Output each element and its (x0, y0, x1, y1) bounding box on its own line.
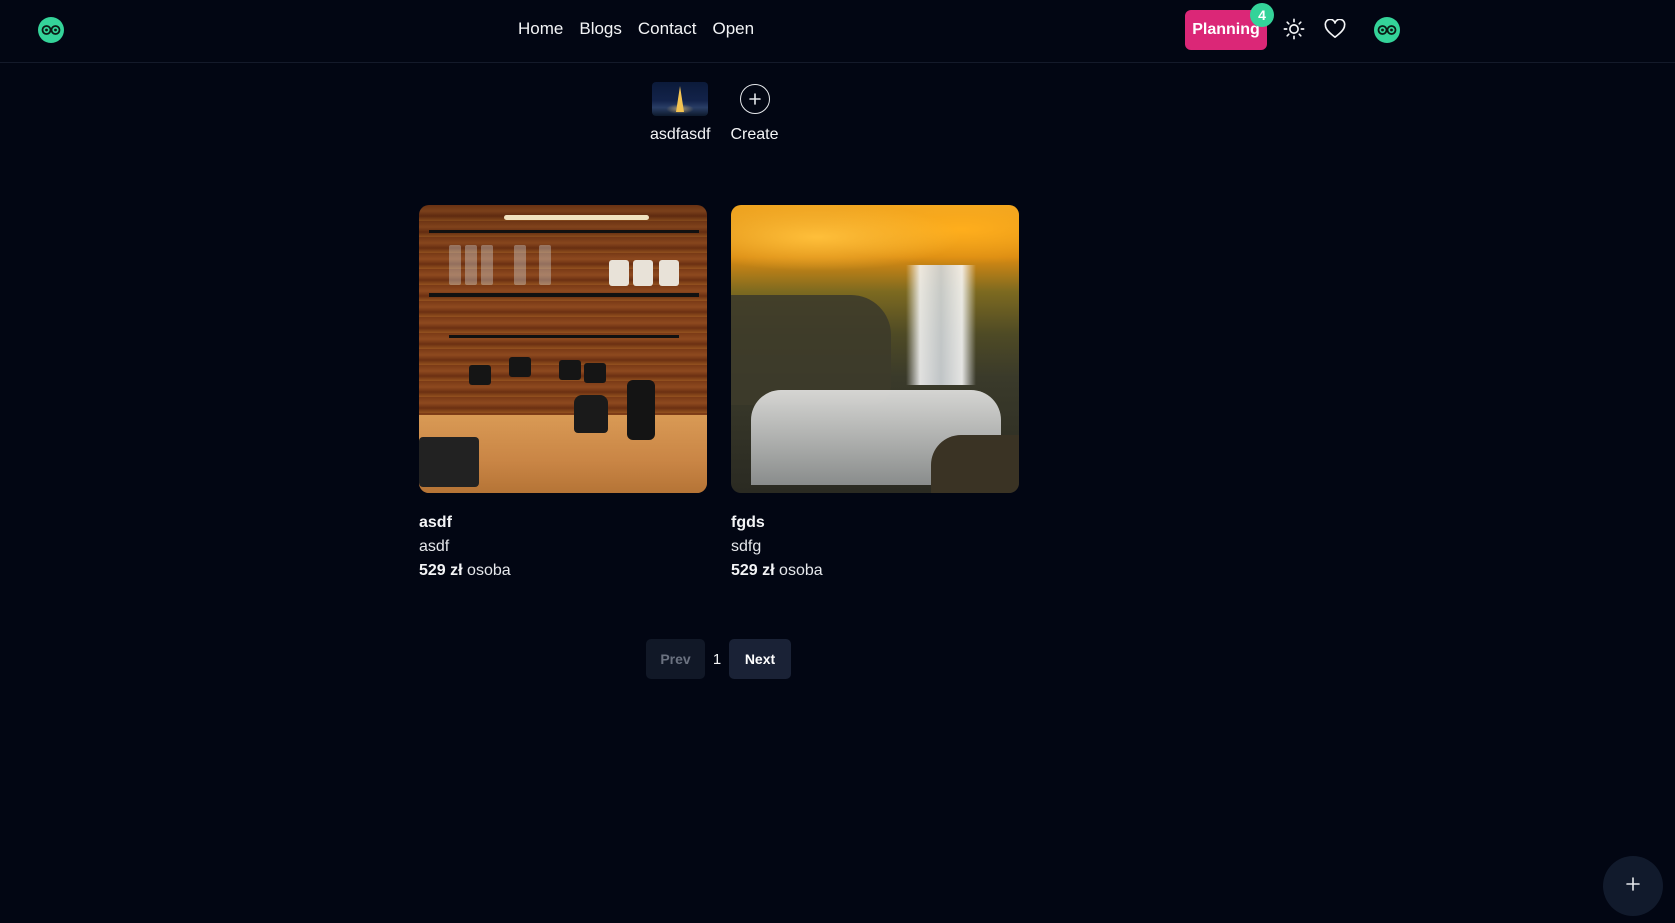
price-amount: 529 zł (419, 562, 463, 579)
prev-page-button[interactable]: Prev (646, 639, 705, 679)
nav-link-open[interactable]: Open (712, 19, 754, 39)
card-price: 529 zł osoba (731, 562, 1019, 580)
pagination: Prev 1 Next (646, 639, 791, 679)
plus-icon (1626, 876, 1640, 896)
nav-link-blogs[interactable]: Blogs (579, 19, 622, 39)
eiffel-tower-thumbnail (652, 82, 709, 116)
price-unit: osoba (467, 562, 511, 579)
owl-avatar-icon[interactable] (1374, 17, 1400, 43)
top-navbar: Home Blogs Contact Open Planning 4 (0, 0, 1675, 63)
kitchen-coffee-bar-image (419, 205, 707, 493)
offer-card[interactable]: asdf asdf 529 zł osoba (419, 205, 707, 580)
create-label: Create (730, 126, 779, 143)
heart-icon[interactable] (1324, 18, 1346, 44)
card-description: sdfg (731, 538, 762, 555)
card-title: asdf (419, 514, 452, 531)
plus-circle-icon[interactable] (739, 84, 770, 114)
current-page-number: 1 (712, 650, 722, 668)
sun-icon[interactable] (1283, 18, 1305, 45)
story-label: asdfasdf (650, 126, 711, 143)
nav-link-home[interactable]: Home (518, 19, 563, 39)
main-nav: Home Blogs Contact Open (518, 19, 754, 39)
stories-row: asdfasdf Create (650, 82, 779, 144)
offer-card[interactable]: fgds sdfg 529 zł osoba (731, 205, 1019, 580)
offer-cards-grid: asdf asdf 529 zł osoba fgds sdfg 529 zł … (419, 205, 1019, 580)
card-title: fgds (731, 514, 765, 531)
floating-add-button[interactable] (1603, 856, 1663, 916)
planning-count-badge: 4 (1250, 3, 1274, 27)
card-price: 529 zł osoba (419, 562, 707, 580)
price-unit: osoba (779, 562, 823, 579)
card-description: asdf (419, 538, 450, 555)
nav-link-contact[interactable]: Contact (638, 19, 697, 39)
price-amount: 529 zł (731, 562, 775, 579)
owl-logo-icon[interactable] (38, 17, 64, 43)
create-story-button[interactable]: Create (730, 82, 779, 144)
next-page-button[interactable]: Next (729, 639, 791, 679)
autumn-waterfall-image (731, 205, 1019, 493)
story-item[interactable]: asdfasdf (650, 82, 710, 144)
